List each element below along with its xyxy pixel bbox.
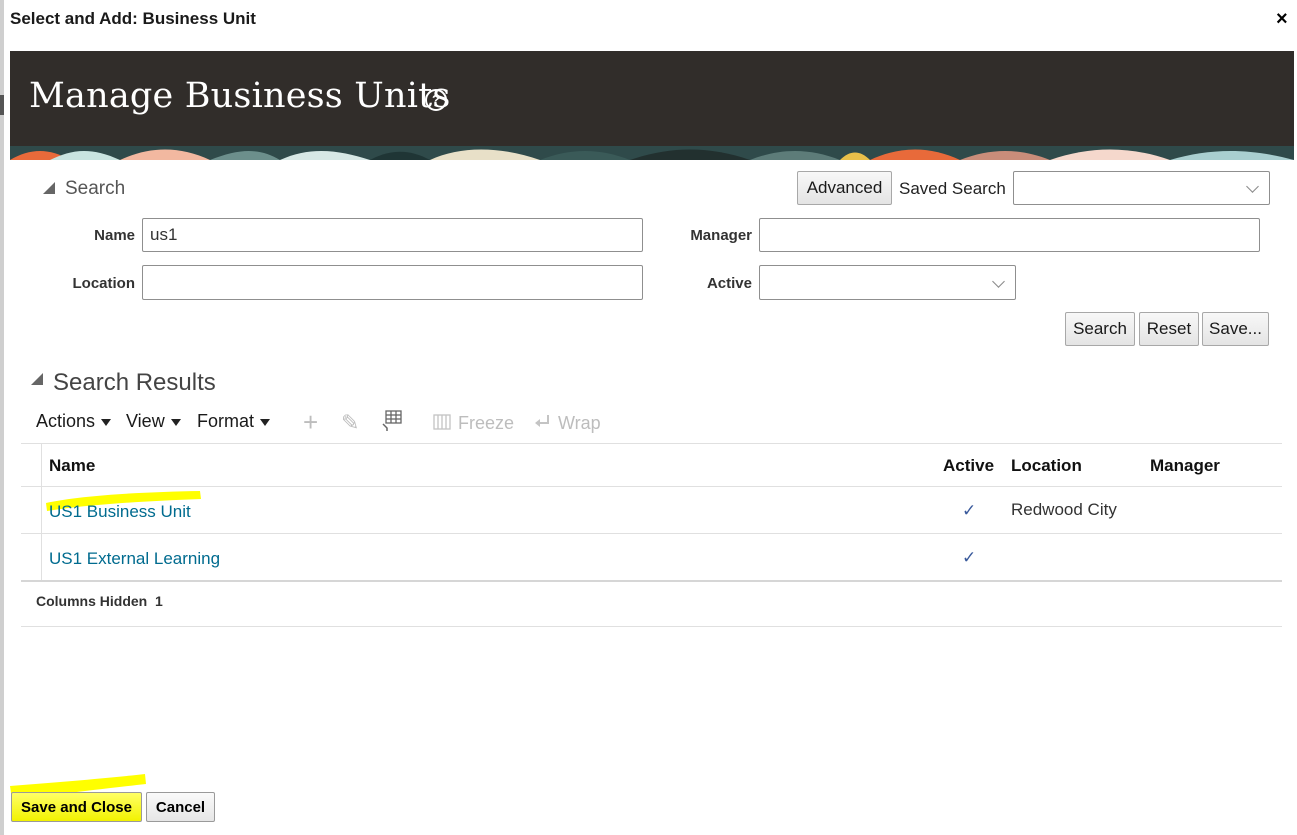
cancel-button[interactable]: Cancel <box>146 792 215 822</box>
column-header-manager[interactable]: Manager <box>1150 456 1220 476</box>
location-input[interactable] <box>142 265 643 300</box>
search-section-header[interactable]: Search <box>65 178 125 200</box>
manager-label: Manager <box>690 227 752 244</box>
search-collapse-icon[interactable] <box>43 182 55 194</box>
reset-button[interactable]: Reset <box>1139 312 1199 346</box>
location-label: Location <box>72 275 136 292</box>
edit-icon[interactable]: ✎ <box>341 410 359 436</box>
table-row-name-link[interactable]: US1 External Learning <box>49 549 220 569</box>
close-icon[interactable]: × <box>1276 9 1288 29</box>
results-collapse-icon[interactable] <box>31 373 43 385</box>
row-header-divider <box>41 444 42 581</box>
name-input-value: us1 <box>150 225 178 244</box>
wrap-button[interactable]: Wrap <box>558 413 601 434</box>
save-search-button[interactable]: Save... <box>1202 312 1269 346</box>
columns-hidden-count: 1 <box>155 593 163 609</box>
columns-hidden-status: Columns Hidden 1 <box>36 593 163 609</box>
search-button[interactable]: Search <box>1065 312 1135 346</box>
columns-hidden-label: Columns Hidden <box>36 593 148 609</box>
row-divider <box>21 533 1282 534</box>
view-menu[interactable]: View <box>126 411 181 432</box>
active-select[interactable] <box>759 265 1016 300</box>
table-bottom-border <box>21 580 1282 582</box>
column-header-location[interactable]: Location <box>1011 456 1082 476</box>
saved-search-select[interactable] <box>1013 171 1270 205</box>
wrap-icon <box>533 414 551 435</box>
banner-decoration <box>10 146 1294 160</box>
window-left-edge-marker <box>0 95 4 115</box>
column-header-active[interactable]: Active <box>943 456 994 476</box>
dialog-title: Select and Add: Business Unit <box>10 9 256 28</box>
add-icon[interactable]: + <box>303 407 318 438</box>
freeze-button[interactable]: Freeze <box>458 413 514 434</box>
caret-down-icon <box>101 418 112 426</box>
freeze-icon <box>433 414 451 435</box>
active-label: Active <box>706 275 752 292</box>
table-top-border <box>21 443 1282 444</box>
save-and-close-button[interactable]: Save and Close <box>11 792 142 822</box>
table-cell-location: Redwood City <box>1011 500 1117 519</box>
query-by-example-icon[interactable] <box>382 410 404 437</box>
manager-input[interactable] <box>759 218 1260 252</box>
check-icon: ✓ <box>962 548 977 567</box>
caret-down-icon <box>170 418 181 426</box>
caret-down-icon <box>260 418 271 426</box>
table-row-name-link[interactable]: US1 Business Unit <box>49 502 191 522</box>
saved-search-label: Saved Search <box>899 179 1006 198</box>
page-title: Manage Business Units <box>29 76 451 116</box>
header-bottom-border <box>21 486 1282 487</box>
view-menu-label: View <box>126 411 165 431</box>
column-header-name[interactable]: Name <box>49 456 95 476</box>
format-menu-label: Format <box>197 411 255 431</box>
window-left-edge <box>0 0 4 835</box>
results-section-header[interactable]: Search Results <box>53 369 216 397</box>
format-menu[interactable]: Format <box>197 411 271 432</box>
advanced-button[interactable]: Advanced <box>797 171 892 205</box>
actions-menu-label: Actions <box>36 411 96 431</box>
name-label: Name <box>94 227 135 244</box>
help-icon[interactable]: ? <box>425 89 447 111</box>
results-footer-border <box>21 626 1282 627</box>
name-input[interactable]: us1 <box>142 218 643 252</box>
actions-menu[interactable]: Actions <box>36 411 112 432</box>
check-icon: ✓ <box>962 501 977 520</box>
